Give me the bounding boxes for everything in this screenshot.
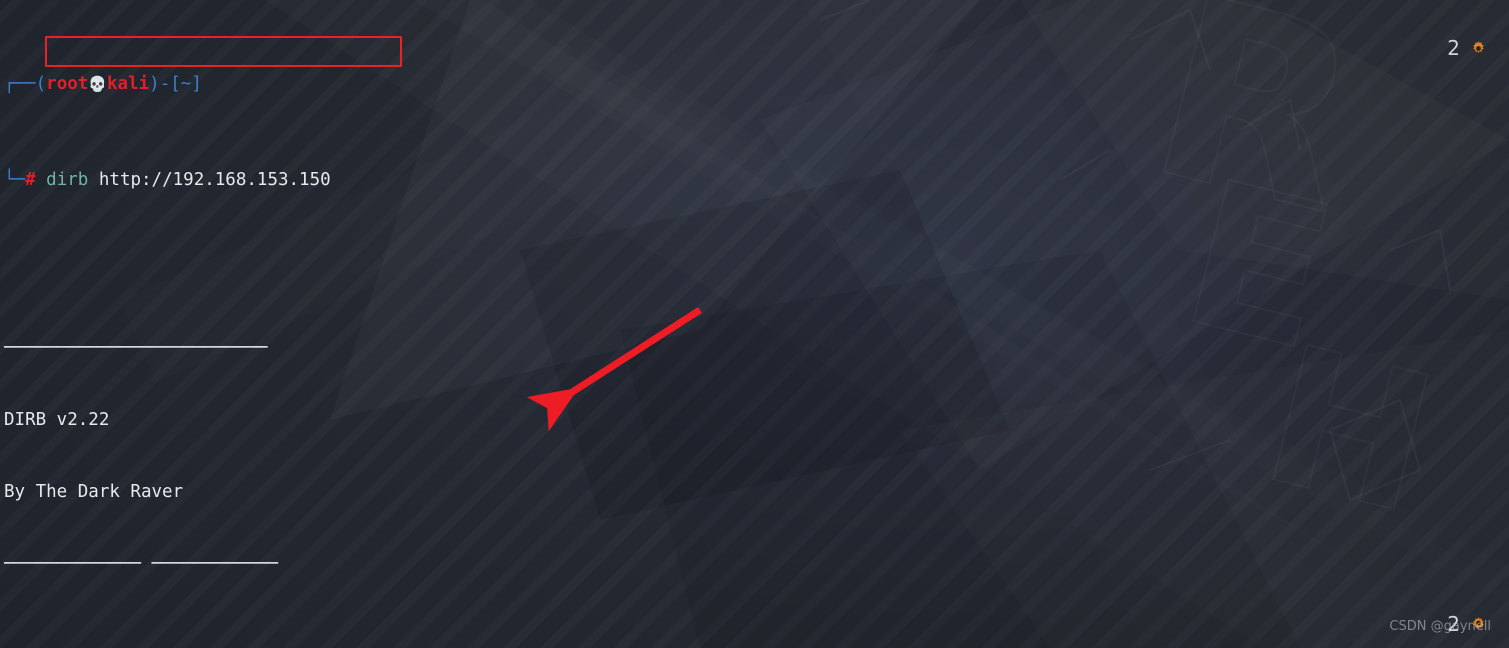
skull-icon: 💀: [88, 75, 107, 93]
prompt-path: ~: [180, 74, 192, 94]
dirb-author: By The Dark Raver: [4, 482, 184, 502]
separator-split-gap: [141, 554, 152, 574]
command-gap: [36, 170, 47, 190]
dirb-version: DIRB v2.22: [4, 410, 110, 430]
separator-top: ─────────────────────────: [4, 338, 268, 358]
prompt-connector-top: ┌──: [4, 74, 36, 94]
top-right-overlay: 2: [1447, 36, 1487, 60]
prompt-host: kali: [107, 74, 150, 94]
csdn-watermark: CSDN @gaynell: [1389, 619, 1491, 634]
prompt-connector-bottom: └─: [4, 170, 26, 190]
command-program: dirb: [46, 170, 89, 190]
command-argument: http://192.168.153.150: [98, 170, 331, 190]
separator-split: ───────────── ────────────: [0, 552, 1509, 576]
gear-icon[interactable]: [1470, 40, 1487, 57]
terminal-output-area[interactable]: ┌──(root💀kali)-[~] └─# dirb http://192.1…: [0, 0, 1509, 648]
separator-split-right: ────────────: [151, 554, 278, 574]
prompt-open-paren: (: [35, 74, 47, 94]
prompt-user: root: [46, 74, 89, 94]
prompt-close-paren: ): [149, 74, 160, 94]
prompt-line-top: ┌──(root💀kali)-[~]: [0, 72, 1509, 96]
prompt-close-bracket: ]: [191, 74, 202, 94]
prompt-sigil: #: [25, 170, 36, 190]
prompt-open-bracket: [: [170, 74, 181, 94]
prompt-dash: -: [159, 74, 171, 94]
separator-split-left: ─────────────: [4, 554, 141, 574]
terminal-window: R E H ┌──(root💀kali)-[~] └─# dirb http:/…: [0, 0, 1509, 648]
top-right-count: 2: [1447, 36, 1460, 60]
command-space: [88, 170, 99, 190]
command-line[interactable]: └─# dirb http://192.168.153.150: [0, 168, 1509, 192]
